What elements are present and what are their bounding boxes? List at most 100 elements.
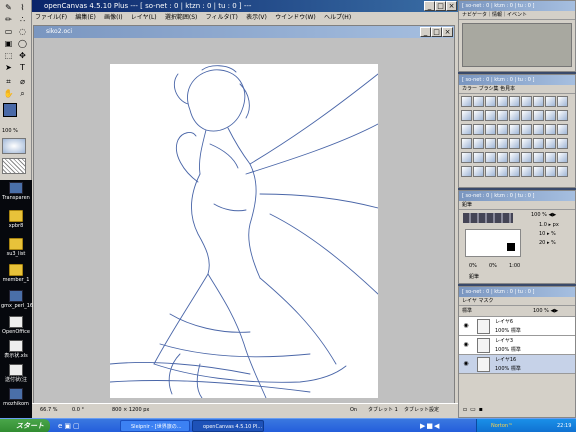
brush-preset[interactable] xyxy=(461,138,472,149)
layer-row-selected[interactable]: ◉ レイヤ16 100% 標準 xyxy=(459,355,575,374)
desktop-icon[interactable]: 送付状(注 xyxy=(1,364,31,383)
clock[interactable]: 22:19 xyxy=(557,419,571,432)
crop-tool-icon[interactable]: ⌗ xyxy=(2,76,15,87)
brush-preset[interactable] xyxy=(509,96,520,107)
pen-tool-icon[interactable]: ✎ xyxy=(2,2,15,13)
brush-preset[interactable] xyxy=(545,152,556,163)
stop-icon[interactable]: ■ xyxy=(426,422,434,430)
brush-preset[interactable] xyxy=(545,110,556,121)
desktop-icon[interactable]: Transparen xyxy=(1,182,31,201)
brush-tool-icon[interactable]: ⌇ xyxy=(16,2,29,13)
blend-mode-select[interactable]: 標準 xyxy=(462,308,472,314)
desktop-icon[interactable]: ▢ xyxy=(73,422,82,430)
menu-window[interactable]: ウインドウ(W) xyxy=(272,12,319,23)
desktop-icon[interactable]: member_1 xyxy=(1,264,31,283)
blur-tool-icon[interactable]: ◌ xyxy=(16,26,29,37)
brush-preset[interactable] xyxy=(461,110,472,121)
menu-filter[interactable]: フィルタ(T) xyxy=(203,12,241,23)
brush-preset[interactable] xyxy=(509,166,520,177)
brush-preset[interactable] xyxy=(557,166,568,177)
maximize-button[interactable]: □ xyxy=(435,1,446,11)
brush-preset[interactable] xyxy=(545,124,556,135)
brush-preset[interactable] xyxy=(521,138,532,149)
layer-tabs[interactable]: レイヤ マスク xyxy=(459,297,575,306)
folder-icon[interactable]: ▣ xyxy=(64,422,73,430)
desktop-icon[interactable]: OpenOffice xyxy=(1,316,31,335)
brush-preset[interactable] xyxy=(509,124,520,135)
trash-icon[interactable]: ▪ xyxy=(479,406,486,413)
lasso-tool-icon[interactable]: ◯ xyxy=(16,38,29,49)
brush-preset[interactable] xyxy=(485,110,496,121)
brush-preset[interactable] xyxy=(545,96,556,107)
pointer-tool-icon[interactable]: ➤ xyxy=(2,62,15,73)
layer-row[interactable]: ◉ レイヤ6 100% 標準 xyxy=(459,317,575,336)
select-tool-icon[interactable]: ⬚ xyxy=(2,50,15,61)
desktop-icon[interactable]: su3_list xyxy=(1,238,31,257)
layer-opacity-field[interactable]: 100 % ◀▶ xyxy=(533,306,558,317)
menu-layer[interactable]: レイヤ(L) xyxy=(128,12,160,23)
fill-tool-icon[interactable]: ▣ xyxy=(2,38,15,49)
eraser-tool-icon[interactable]: ▭ xyxy=(2,26,15,37)
size-field[interactable]: 1.0 ▸ px xyxy=(539,222,559,228)
layer-row[interactable]: ◉ レイヤ3 100% 標準 xyxy=(459,336,575,355)
brush-preset[interactable] xyxy=(461,152,472,163)
desktop-icon[interactable]: xpbr8 xyxy=(1,210,31,229)
brush-preset[interactable] xyxy=(509,138,520,149)
menu-file[interactable]: ファイル(F) xyxy=(32,12,70,23)
desktop-icon[interactable]: mozhikom xyxy=(1,388,31,407)
brush-shape-strip[interactable] xyxy=(463,213,513,223)
norton-label[interactable]: Norton™ xyxy=(491,419,513,432)
desktop-icon[interactable]: gmx_perl_16 xyxy=(1,290,33,309)
menu-image[interactable]: 画像(I) xyxy=(101,12,125,23)
brush-preset[interactable] xyxy=(557,96,568,107)
brush-preset[interactable] xyxy=(521,124,532,135)
value-field[interactable]: 20 ▸ % xyxy=(539,240,556,246)
menu-help[interactable]: ヘルプ(H) xyxy=(321,12,354,23)
eye-icon[interactable]: ◉ xyxy=(462,322,470,330)
zoom-tool-icon[interactable]: ⌕ xyxy=(16,88,29,99)
brush-preset[interactable] xyxy=(557,124,568,135)
brush-preset[interactable] xyxy=(533,110,544,121)
density-field[interactable]: 10 ▸ % xyxy=(539,231,556,237)
pencil-tab[interactable]: 鉛筆 xyxy=(459,201,575,210)
brush-preset[interactable] xyxy=(557,110,568,121)
doc-close-button[interactable]: × xyxy=(442,27,453,37)
desktop-icon[interactable]: 表示状.xls xyxy=(1,340,31,359)
brush-preset[interactable] xyxy=(473,166,484,177)
brush-preset[interactable] xyxy=(473,124,484,135)
brush-preset[interactable] xyxy=(461,124,472,135)
opacity-field[interactable]: 100 % ◀▶ xyxy=(531,212,556,218)
brush-preset[interactable] xyxy=(545,138,556,149)
brush-preset[interactable] xyxy=(485,138,496,149)
text-tool-icon[interactable]: T xyxy=(16,62,29,73)
brush-preset[interactable] xyxy=(485,152,496,163)
brush-preset[interactable] xyxy=(521,96,532,107)
navigator-tabs[interactable]: ナビゲータ｜情報｜イベント xyxy=(459,11,575,20)
hand-tool-icon[interactable]: ✋ xyxy=(2,88,15,99)
brush-preset[interactable] xyxy=(545,166,556,177)
menu-edit[interactable]: 編集(E) xyxy=(72,12,98,23)
brush-preset[interactable] xyxy=(521,166,532,177)
brush-preset[interactable] xyxy=(485,166,496,177)
eyedropper-tool-icon[interactable]: ⌀ xyxy=(16,76,29,87)
brush-preset[interactable] xyxy=(533,166,544,177)
brush-preset[interactable] xyxy=(521,152,532,163)
brush-preset[interactable] xyxy=(521,110,532,121)
brush-preset[interactable] xyxy=(485,96,496,107)
move-tool-icon[interactable]: ✥ xyxy=(16,50,29,61)
brush-preset[interactable] xyxy=(509,152,520,163)
brush-preset[interactable] xyxy=(473,152,484,163)
brush-preset[interactable] xyxy=(509,110,520,121)
brush-preset[interactable] xyxy=(497,152,508,163)
brush-preset[interactable] xyxy=(497,96,508,107)
brush-preset[interactable] xyxy=(533,124,544,135)
doc-minimize-button[interactable]: _ xyxy=(420,27,431,37)
doc-maximize-button[interactable]: □ xyxy=(431,27,442,37)
prev-icon[interactable]: ◀ xyxy=(434,422,440,430)
brush-preset[interactable] xyxy=(533,96,544,107)
pencil-tool-icon[interactable]: ✏ xyxy=(2,14,15,25)
eye-icon[interactable]: ◉ xyxy=(462,341,470,349)
close-button[interactable]: × xyxy=(446,1,457,11)
brush-preset[interactable] xyxy=(497,166,508,177)
color-brush-tabs[interactable]: カラー ブラシ集 色見本 xyxy=(459,85,575,94)
